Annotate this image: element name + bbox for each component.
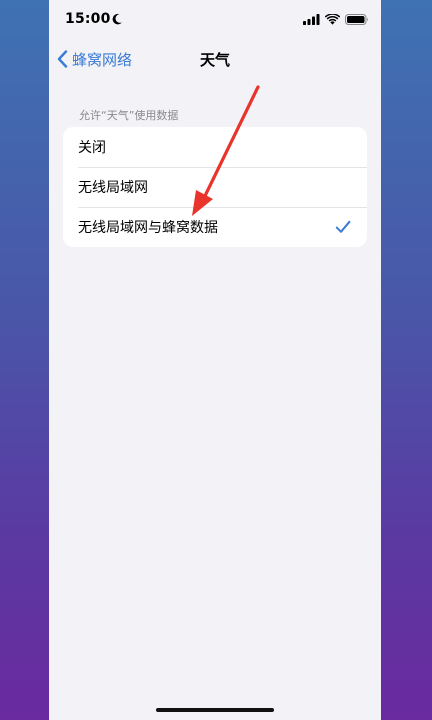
status-bar: 15:00 <box>49 0 381 40</box>
signal-icon <box>303 13 320 25</box>
option-label: 无线局域网 <box>78 180 148 196</box>
checkmark-icon <box>335 220 351 233</box>
navigation-bar: 蜂窝网络 天气 <box>49 40 381 78</box>
moon-icon <box>112 13 122 25</box>
option-label: 无线局域网与蜂窝数据 <box>78 220 218 236</box>
option-wlan[interactable]: 无线局域网 <box>63 167 367 207</box>
option-wlan-and-cellular[interactable]: 无线局域网与蜂窝数据 <box>63 207 367 247</box>
section-header: 允许“天气”使用数据 <box>79 109 179 122</box>
option-off[interactable]: 关闭 <box>63 127 367 167</box>
status-time: 15:00 <box>65 11 111 27</box>
status-icons <box>303 12 369 26</box>
page-title: 天气 <box>199 51 230 69</box>
data-access-options: 关闭 无线局域网 无线局域网与蜂窝数据 <box>63 127 367 247</box>
wifi-icon <box>325 13 340 25</box>
home-indicator <box>156 708 274 712</box>
phone-screen: 15:00 蜂窝网络 天气 允许“天气”使用数据 关闭 无线局域网 无线局域网与… <box>49 0 381 720</box>
battery-icon <box>345 13 368 25</box>
option-label: 关闭 <box>78 140 106 156</box>
